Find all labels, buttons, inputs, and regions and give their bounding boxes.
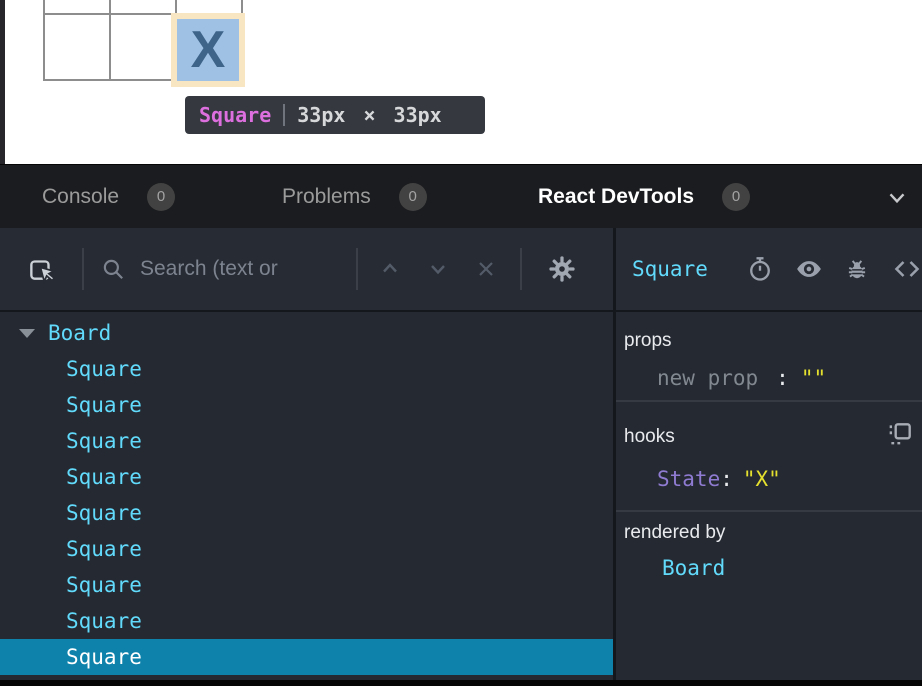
tab-problems-label: Problems [282,185,371,209]
rendered-by-heading: rendered by [624,520,725,546]
board-cell[interactable] [45,0,111,15]
window-bottom-edge [0,680,922,686]
tree-item-label: Board [48,321,111,345]
bug-icon [844,256,870,282]
parse-hook-names-button[interactable] [886,420,914,448]
tab-console[interactable]: Console 0 [42,165,175,228]
code-icon [893,255,921,283]
props-section: props new prop: "" [616,312,922,402]
board-cell[interactable] [45,15,111,81]
component-tree: Board Square Square Square Square Square… [0,312,613,680]
inspect-highlight-content[interactable]: X [177,19,239,81]
toolbar-divider [82,248,84,290]
tree-item-square[interactable]: Square [0,531,613,567]
hook-row: State: "X" [657,465,781,493]
rendered-by-link-board[interactable]: Board [662,554,725,582]
eye-icon [795,255,823,283]
tree-item-square[interactable]: Square [0,351,613,387]
tooltip-component-name: Square [199,103,271,127]
search-input[interactable] [140,257,356,281]
hook-names-icon [886,420,914,448]
tree-item-label: Square [66,573,142,597]
react-devtools-toolbar: Square [0,228,922,312]
hook-separator: : [720,467,733,491]
tree-item-square[interactable]: Square [0,459,613,495]
gear-icon [548,255,576,283]
collapse-panel-button[interactable] [884,165,910,228]
props-heading: props [624,328,672,354]
inspect-tooltip: Square 33px × 33px [185,96,485,134]
toolbar-right: Square [616,228,922,310]
browser-page-view: X Square 33px × 33px [0,0,922,164]
tree-item-label: Square [66,645,142,669]
stopwatch-icon [746,255,774,283]
toolbar-divider [520,248,522,290]
hook-name: State [657,467,720,491]
new-prop-key-input[interactable]: new prop [657,366,758,390]
inspect-element-button[interactable] [26,254,56,284]
toolbar-left [0,228,613,310]
square-value: X [191,20,226,80]
tree-item-label: Square [66,429,142,453]
board-cell[interactable] [111,0,177,15]
view-source-button[interactable] [893,255,921,283]
inspect-icon [26,254,56,284]
tree-item-square-selected[interactable]: Square [0,639,613,675]
tree-item-board[interactable]: Board [0,315,613,351]
prop-row: new prop: "" [657,364,826,392]
window-edge [0,0,5,164]
tab-problems[interactable]: Problems 0 [282,165,427,228]
chevron-down-icon [884,184,910,210]
tab-react-devtools[interactable]: React DevTools 0 [538,165,750,228]
rendered-by-section: rendered by Board [616,512,922,680]
selected-component-name: Square [632,257,708,281]
board-cell[interactable] [111,15,177,81]
search-prev-button[interactable] [378,257,402,281]
tree-item-square[interactable]: Square [0,495,613,531]
new-prop-value-input[interactable]: "" [801,366,826,390]
tab-console-badge: 0 [147,183,175,211]
inspect-dom-button[interactable] [795,255,823,283]
tab-problems-badge: 0 [399,183,427,211]
chevron-down-icon [426,257,450,281]
tree-item-label: Square [66,393,142,417]
tooltip-dimensions: 33px × 33px [297,103,441,127]
expander-triangle-icon[interactable] [19,329,35,338]
suspense-toggle-button[interactable] [746,255,774,283]
settings-button[interactable] [548,255,576,283]
devtools-tabbar: Console 0 Problems 0 React DevTools 0 [0,164,922,228]
search-icon [100,256,126,282]
hook-value[interactable]: "X" [743,467,781,491]
close-icon [474,257,498,281]
tree-item-square[interactable]: Square [0,423,613,459]
tree-item-label: Square [66,609,142,633]
log-component-button[interactable] [844,256,870,282]
tooltip-separator [283,104,285,126]
tree-item-label: Square [66,465,142,489]
hooks-section: hooks State: "X" [616,402,922,512]
search-clear-button[interactable] [474,257,498,281]
prop-separator: : [776,366,789,390]
tab-react-devtools-label: React DevTools [538,185,694,209]
tree-item-label: Square [66,357,142,381]
toolbar-divider [356,248,358,290]
search-next-button[interactable] [426,257,450,281]
tree-item-square[interactable]: Square [0,567,613,603]
search-icon-wrap [100,256,126,282]
tree-item-label: Square [66,537,142,561]
tree-item-square[interactable]: Square [0,387,613,423]
tab-console-label: Console [42,185,119,209]
tree-item-square[interactable]: Square [0,603,613,639]
tab-react-devtools-badge: 0 [722,183,750,211]
hooks-heading: hooks [624,424,675,450]
chevron-up-icon [378,257,402,281]
tree-item-label: Square [66,501,142,525]
